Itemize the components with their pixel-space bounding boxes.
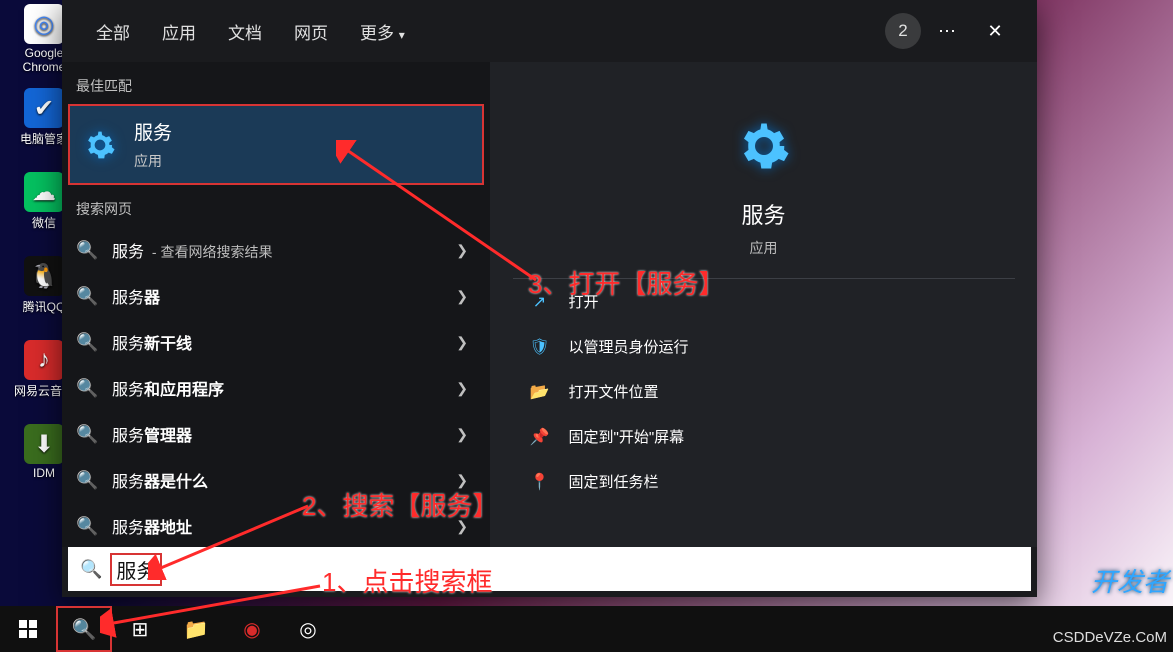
explorer-button[interactable]: 📁 (168, 606, 224, 652)
action-icon: 📂 (529, 382, 551, 402)
preview-title: 服务 (741, 198, 785, 230)
taskbar: 🔍 ⊞ 📁 ◉ ◎ (0, 606, 1173, 652)
search-icon: 🔍 (76, 286, 98, 307)
section-web-search: 搜索网页 (62, 185, 490, 227)
preview-action-3[interactable]: 📌 固定到"开始"屏幕 (513, 414, 1015, 459)
search-icon: 🔍 (76, 240, 98, 261)
chevron-right-icon: ❯ (456, 334, 468, 351)
action-label: 固定到"开始"屏幕 (569, 426, 685, 447)
best-match-subtitle: 应用 (134, 151, 172, 171)
preview-pane: 服务 应用 ↗打开🛡以管理员身份运行📂打开文件位置📌固定到"开始"屏幕📍固定到任… (490, 62, 1037, 547)
preview-action-4[interactable]: 📍 固定到任务栏 (513, 459, 1015, 504)
web-result-3[interactable]: 🔍 服务和应用程序 ❯ (62, 365, 490, 411)
result-label: 服务器 (112, 284, 160, 308)
search-tabs: 全部 应用 文档 网页 更多 ▾ 2 ⋯ ✕ (62, 0, 1037, 62)
result-label: 服务器是什么 (112, 468, 208, 492)
result-label: 服务器地址 (112, 514, 192, 538)
web-result-2[interactable]: 🔍 服务新干线 ❯ (62, 319, 490, 365)
result-label: 服务和应用程序 (112, 376, 224, 400)
action-icon: 📌 (529, 427, 551, 447)
action-icon: 📍 (529, 472, 551, 492)
result-label: 服务新干线 (112, 330, 192, 354)
annotation-3: 3、打开【服务】 (528, 264, 724, 301)
tab-web[interactable]: 网页 (280, 11, 342, 52)
search-icon: 🔍 (76, 424, 98, 445)
start-button[interactable] (0, 606, 56, 652)
preview-subtitle: 应用 (750, 238, 778, 258)
search-button[interactable]: 🔍 (56, 606, 112, 652)
overflow-button[interactable]: ⋯ (925, 21, 969, 42)
section-best-match: 最佳匹配 (62, 62, 490, 104)
best-match-title: 服务 (134, 118, 172, 145)
preview-action-2[interactable]: 📂 打开文件位置 (513, 369, 1015, 414)
search-icon: 🔍 (76, 470, 98, 491)
web-result-0[interactable]: 🔍 服务 - 查看网络搜索结果 ❯ (62, 227, 490, 273)
preview-gear-icon (736, 118, 792, 174)
web-result-1[interactable]: 🔍 服务器 ❯ (62, 273, 490, 319)
search-bar[interactable]: 🔍 服务 (68, 547, 1031, 591)
watermark-csdn: CSDDeVZe.CoM (1053, 629, 1167, 646)
tab-more[interactable]: 更多 ▾ (346, 11, 419, 52)
netease-button[interactable]: ◉ (224, 606, 280, 652)
chevron-right-icon: ❯ (456, 380, 468, 397)
tab-apps[interactable]: 应用 (148, 11, 210, 52)
task-view-button[interactable]: ⊞ (112, 606, 168, 652)
search-input-text: 服务 (110, 553, 162, 586)
annotation-2: 2、搜索【服务】 (302, 486, 498, 523)
chevron-right-icon: ❯ (456, 426, 468, 443)
result-label: 服务 - 查看网络搜索结果 (112, 238, 272, 262)
chrome-button[interactable]: ◎ (280, 606, 336, 652)
search-icon: 🔍 (76, 516, 98, 537)
results-left-pane: 最佳匹配 服务 应用 搜索网页 🔍 服务 - 查看网络搜索结果 ❯ 🔍 服务器 ❯ 🔍 服务新… (62, 62, 490, 547)
action-label: 固定到任务栏 (569, 471, 659, 492)
search-icon: 🔍 (80, 559, 102, 580)
chevron-right-icon: ❯ (456, 288, 468, 305)
action-label: 打开文件位置 (569, 381, 659, 402)
preview-action-1[interactable]: 🛡 以管理员身份运行 (513, 324, 1015, 369)
close-button[interactable]: ✕ (973, 21, 1017, 42)
tab-docs[interactable]: 文档 (214, 11, 276, 52)
action-icon: 🛡 (529, 337, 551, 357)
gear-icon (82, 127, 118, 163)
tab-all[interactable]: 全部 (82, 11, 144, 52)
action-label: 以管理员身份运行 (569, 336, 689, 357)
web-result-4[interactable]: 🔍 服务管理器 ❯ (62, 411, 490, 457)
notification-badge[interactable]: 2 (885, 13, 921, 49)
result-label: 服务管理器 (112, 422, 192, 446)
best-match-services[interactable]: 服务 应用 (68, 104, 484, 185)
search-icon: 🔍 (76, 378, 98, 399)
chevron-right-icon: ❯ (456, 242, 468, 259)
watermark-devze: 开发者 (1091, 569, 1169, 596)
annotation-1: 1、点击搜索框 (322, 562, 492, 599)
search-icon: 🔍 (76, 332, 98, 353)
